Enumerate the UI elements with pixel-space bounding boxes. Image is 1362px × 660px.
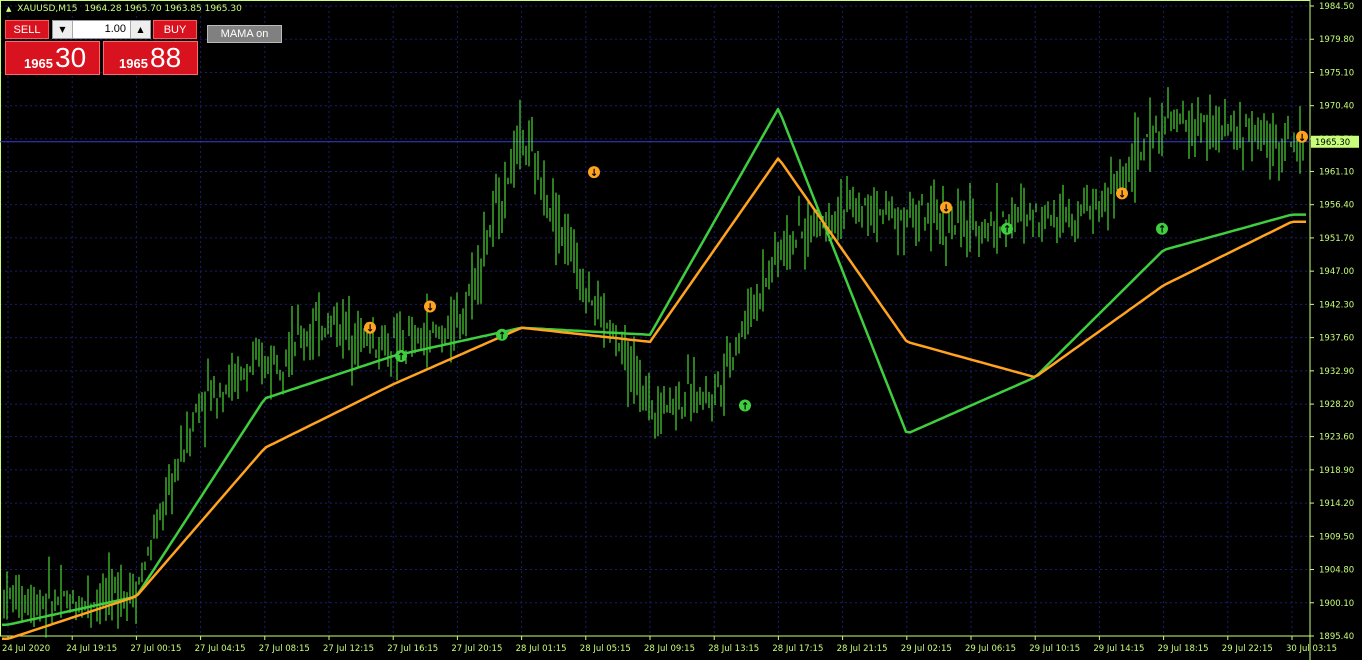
collapse-triangle-icon[interactable]: ▲ xyxy=(6,5,11,13)
bid-price-small: 30 xyxy=(55,42,87,73)
symbol-label: XAUUSD,M15 xyxy=(17,4,78,14)
mama-toggle-button[interactable]: MAMA on xyxy=(207,25,282,43)
y-tick-label: 1900.10 xyxy=(1319,599,1354,609)
y-tick-label: 1923.60 xyxy=(1319,433,1354,443)
x-tick-label: 27 Jul 04:15 xyxy=(195,644,246,654)
x-tick-label: 24 Jul 2020 xyxy=(2,644,50,654)
ask-price-small: 88 xyxy=(150,42,182,73)
y-tick-label: 1928.20 xyxy=(1319,400,1354,410)
signal-glyph: ↑ xyxy=(1003,225,1011,236)
bid-price-big: 1965 xyxy=(24,56,53,71)
x-tick-label: 28 Jul 21:15 xyxy=(837,644,888,654)
x-tick-label: 29 Jul 18:15 xyxy=(1158,644,1209,654)
bid-price-button[interactable]: 1965 30 xyxy=(5,41,100,75)
y-tick-label: 1895.40 xyxy=(1319,632,1354,642)
signal-glyph: ↑ xyxy=(498,331,506,342)
x-tick-label: 28 Jul 17:15 xyxy=(772,644,823,654)
x-tick-label: 29 Jul 14:15 xyxy=(1093,644,1144,654)
ask-price-big: 1965 xyxy=(119,56,148,71)
x-tick-label: 28 Jul 01:15 xyxy=(516,644,567,654)
x-tick-label: 28 Jul 05:15 xyxy=(580,644,631,654)
signal-glyph: ↓ xyxy=(1298,133,1306,144)
chart-header: ▲ XAUUSD,M15 1964.28 1965.70 1963.85 196… xyxy=(6,4,242,14)
chevron-up-icon[interactable]: ▲ xyxy=(130,21,150,38)
x-tick-label: 27 Jul 16:15 xyxy=(387,644,438,654)
x-tick-label: 27 Jul 12:15 xyxy=(323,644,374,654)
ask-price-button[interactable]: 1965 88 xyxy=(103,41,198,75)
sell-button[interactable]: SELL xyxy=(5,20,49,39)
y-tick-label: 1951.70 xyxy=(1319,234,1354,244)
y-tick-label: 1970.40 xyxy=(1319,102,1354,112)
signal-glyph: ↓ xyxy=(426,303,434,314)
candles-group xyxy=(3,87,1304,638)
y-tick-label: 1942.30 xyxy=(1319,300,1354,310)
signal-glyph: ↑ xyxy=(1158,225,1166,236)
y-tick-label: 1914.20 xyxy=(1319,499,1354,509)
x-tick-label: 28 Jul 13:15 xyxy=(708,644,759,654)
x-tick-label: 27 Jul 08:15 xyxy=(259,644,310,654)
x-tick-label: 27 Jul 20:15 xyxy=(451,644,502,654)
x-tick-label: 29 Jul 10:15 xyxy=(1029,644,1080,654)
y-tick-label: 1937.60 xyxy=(1319,334,1354,344)
x-tick-label: 29 Jul 22:15 xyxy=(1222,644,1273,654)
signal-glyph: ↓ xyxy=(1118,189,1126,200)
signal-glyph: ↑ xyxy=(397,352,405,363)
y-tick-label: 1961.10 xyxy=(1319,167,1354,177)
chevron-down-icon[interactable]: ▼ xyxy=(53,21,73,38)
mama-line xyxy=(2,107,1306,626)
x-tick-label: 29 Jul 02:15 xyxy=(901,644,952,654)
signal-glyph: ↓ xyxy=(590,168,598,179)
x-tick-label: 24 Jul 19:15 xyxy=(66,644,117,654)
x-tick-label: 27 Jul 00:15 xyxy=(130,644,181,654)
lot-size-value[interactable]: 1.00 xyxy=(105,23,126,35)
current-price-label: 1965.30 xyxy=(1315,138,1350,148)
y-tick-label: 1947.00 xyxy=(1319,267,1354,277)
price-chart[interactable]: 1984.501979.801975.101970.401965.701961.… xyxy=(0,0,1362,660)
ohlc-values: 1964.28 1965.70 1963.85 1965.30 xyxy=(84,4,242,14)
x-tick-label: 30 Jul 03:15 xyxy=(1286,644,1337,654)
signal-glyph: ↓ xyxy=(366,324,374,335)
y-tick-label: 1932.90 xyxy=(1319,367,1354,377)
y-tick-label: 1904.80 xyxy=(1319,566,1354,576)
lot-size-field[interactable]: ▼ 1.00 ▲ xyxy=(52,20,151,39)
signal-glyph: ↑ xyxy=(741,401,749,412)
x-tick-label: 29 Jul 06:15 xyxy=(965,644,1016,654)
buy-button[interactable]: BUY xyxy=(153,20,197,39)
y-tick-label: 1956.40 xyxy=(1319,201,1354,211)
x-tick-label: 28 Jul 09:15 xyxy=(644,644,695,654)
y-tick-label: 1918.90 xyxy=(1319,466,1354,476)
signal-glyph: ↓ xyxy=(942,204,950,215)
y-tick-label: 1909.50 xyxy=(1319,532,1354,542)
y-tick-label: 1979.80 xyxy=(1319,35,1354,45)
y-tick-label: 1984.50 xyxy=(1319,2,1354,12)
fama-line xyxy=(2,157,1306,641)
y-tick-label: 1975.10 xyxy=(1319,68,1354,78)
